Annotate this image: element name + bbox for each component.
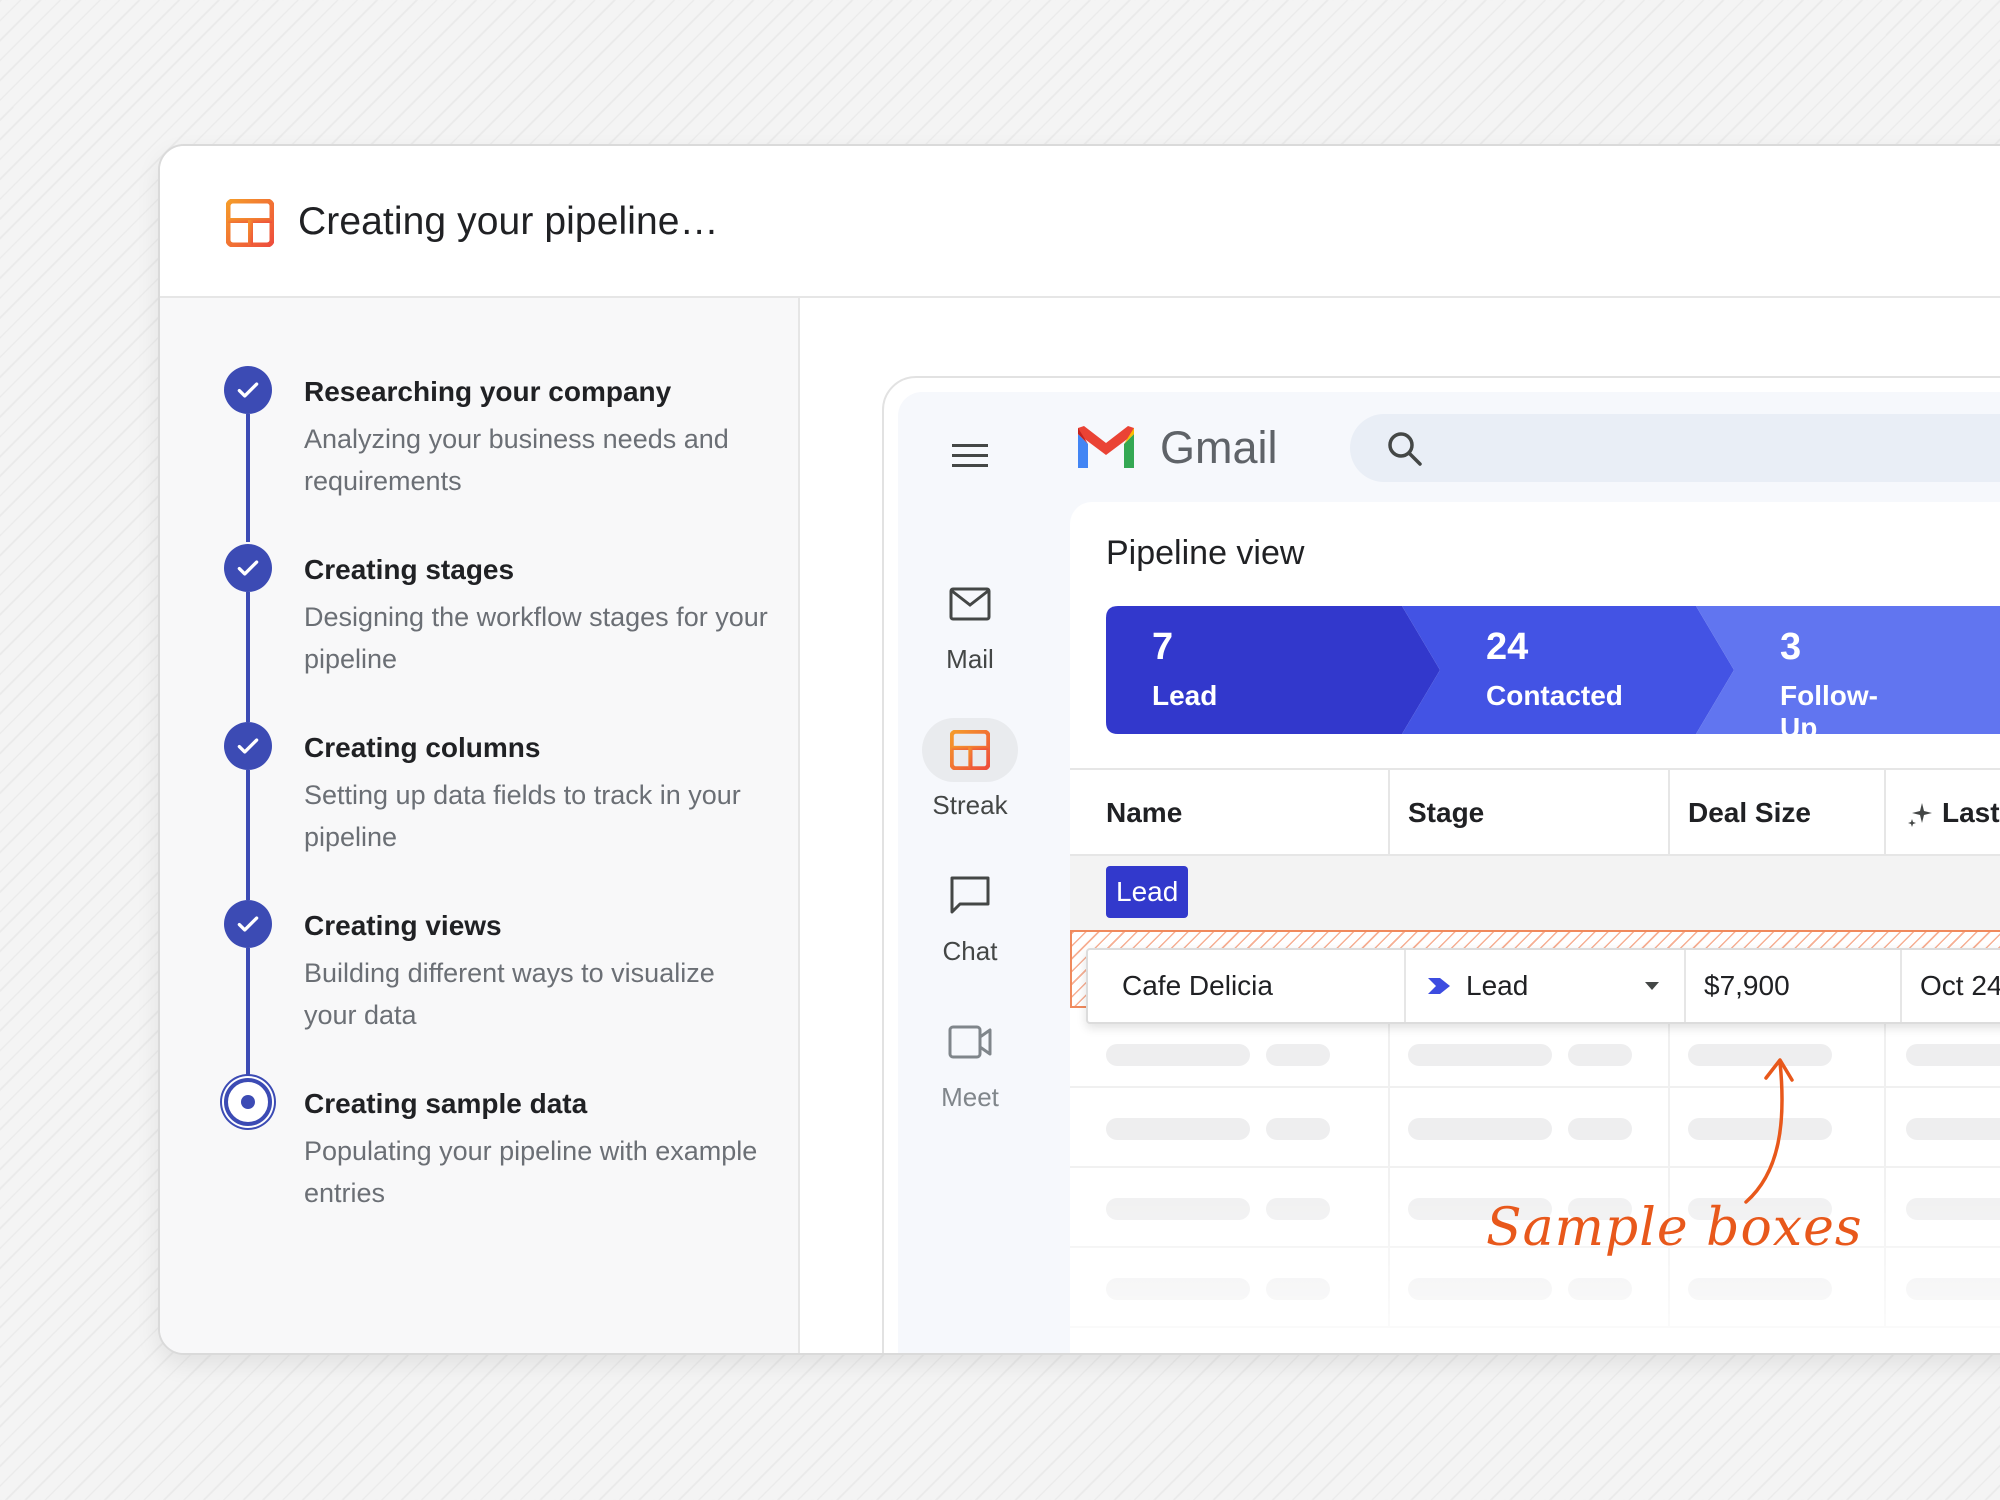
box-name[interactable]: Cafe Delicia	[1122, 950, 1273, 1022]
dialog-title: Creating your pipeline…	[298, 200, 719, 243]
progress-steps-panel: Researching your company Analyzing your …	[160, 298, 800, 1353]
dialog-header: Creating your pipeline…	[160, 146, 2000, 298]
rail-item-streak[interactable]: Streak	[898, 718, 1042, 821]
meet-icon[interactable]	[922, 1010, 1018, 1074]
annotation-arrow	[1744, 1058, 1794, 1204]
check-icon	[224, 900, 272, 948]
step-connector	[246, 948, 250, 1080]
step-connector	[246, 414, 250, 542]
step-title: Creating columns	[304, 732, 541, 763]
sparkle-icon	[1908, 803, 1932, 827]
menu-button[interactable]	[898, 432, 1042, 481]
chevron-down-icon[interactable]	[1644, 981, 1660, 991]
step-title: Creating sample data	[304, 1088, 588, 1119]
rail-item-mail[interactable]: Mail	[898, 572, 1042, 675]
rail-label: Mail	[946, 644, 994, 674]
box-date[interactable]: Oct 24	[1920, 950, 2000, 1022]
stage-chevron-icon	[1428, 978, 1450, 994]
rail-label: Chat	[942, 936, 998, 966]
stage-summary-bar: 7 Lead 24 Contacted 3 Follow-Up	[1106, 606, 2000, 743]
gmail-m-icon	[1078, 426, 1134, 468]
step-description: Analyzing your business needs and requir…	[304, 424, 729, 496]
step-connector	[246, 770, 250, 900]
step-description: Building different ways to visualize you…	[304, 958, 715, 1030]
group-badge: Lead	[1106, 866, 1189, 918]
step-title: Creating views	[304, 910, 502, 941]
stage-count: 24	[1486, 626, 1529, 668]
rail-item-chat[interactable]: Chat	[898, 864, 1042, 967]
step-title: Creating stages	[304, 554, 515, 585]
gmail-wordmark: Gmail	[1160, 422, 1278, 473]
stage-label: Lead	[1152, 680, 1218, 711]
stage-count: 7	[1152, 626, 1174, 668]
mail-icon[interactable]	[922, 572, 1018, 636]
check-icon	[224, 722, 272, 770]
in-progress-icon	[224, 1078, 272, 1126]
pipeline-creation-dialog: Creating your pipeline… Researching your…	[158, 144, 2000, 1355]
preview-panel: Mail Streak Chat Meet Gmail Pipeline vie…	[802, 298, 2000, 1353]
gmail-logo[interactable]: Gmail	[1074, 422, 1278, 474]
step-description: Setting up data fields to track in your …	[304, 780, 741, 852]
step-description: Designing the workflow stages for your p…	[304, 602, 768, 674]
search-icon[interactable]	[1386, 430, 1424, 468]
hamburger-menu-icon[interactable]	[950, 436, 990, 476]
streak-box-icon	[226, 199, 274, 247]
stage-count: 3	[1780, 626, 1802, 668]
chat-icon[interactable]	[922, 864, 1018, 928]
stage-label: Contacted	[1486, 680, 1623, 711]
column-header-stage[interactable]: Stage	[1408, 770, 1484, 856]
step-description: Populating your pipeline with example en…	[304, 1136, 758, 1208]
gmail-side-rail: Mail Streak Chat Meet	[898, 392, 1042, 1353]
step-connector	[246, 592, 250, 722]
streak-icon[interactable]	[922, 718, 1018, 782]
stage-label: Follow-Up	[1780, 680, 1878, 743]
check-icon	[224, 544, 272, 592]
box-deal-size[interactable]: $7,900	[1704, 950, 1790, 1022]
column-header-deal-size[interactable]: Deal Size	[1688, 770, 1811, 856]
step-title: Researching your company	[304, 376, 672, 407]
box-stage[interactable]: Lead	[1466, 950, 1528, 1022]
rail-label: Meet	[941, 1082, 999, 1112]
search-input[interactable]	[1350, 414, 2000, 482]
table-header: Name Stage Deal Size Last	[1070, 768, 2000, 856]
group-header-lead: Lead	[1070, 856, 2000, 930]
rail-label: Streak	[932, 790, 1008, 820]
column-header-name[interactable]: Name	[1106, 770, 1182, 856]
rail-item-meet[interactable]: Meet	[898, 1010, 1042, 1113]
pipeline-title: Pipeline view	[1106, 534, 1305, 572]
column-header-last[interactable]: Last	[1942, 770, 2000, 856]
sample-box-row[interactable]: Cafe Delicia Lead $7,900 Oct 24	[1086, 948, 2000, 1024]
annotation-label: Sample boxes	[1486, 1198, 1863, 1258]
check-icon	[224, 366, 272, 414]
